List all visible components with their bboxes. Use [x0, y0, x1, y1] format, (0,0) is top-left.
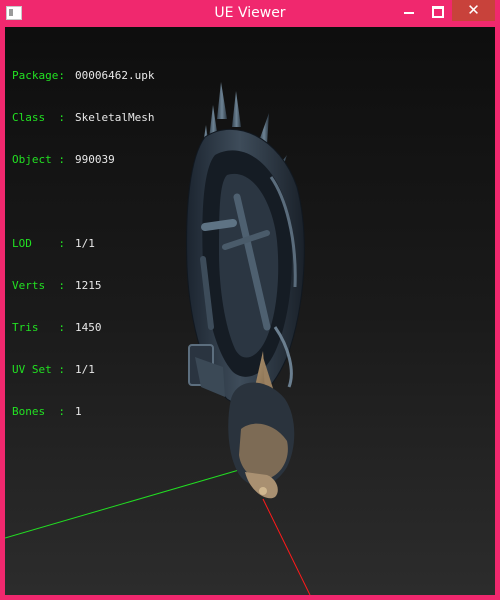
info-row: Tris : 1450: [12, 321, 154, 335]
info-value: 990039: [75, 153, 115, 166]
info-value: 1215: [75, 279, 102, 292]
info-row: Class : SkeletalMesh: [12, 111, 154, 125]
3d-viewport[interactable]: Package: 00006462.upk Class : SkeletalMe…: [5, 27, 495, 595]
info-row: Verts : 1215: [12, 279, 154, 293]
maximize-icon: [432, 6, 444, 18]
info-label: Tris :: [12, 321, 65, 334]
info-row: Object : 990039: [12, 153, 154, 167]
info-value: SkeletalMesh: [75, 111, 155, 124]
info-label: Class :: [12, 111, 65, 124]
info-value: 1: [75, 405, 82, 418]
info-row: Bones : 1: [12, 405, 154, 419]
info-value: 1/1: [75, 237, 95, 250]
minimize-button[interactable]: [396, 0, 422, 21]
info-label: Package:: [12, 69, 65, 82]
mesh-info-overlay: Package: 00006462.upk Class : SkeletalMe…: [12, 41, 154, 447]
info-row: Package: 00006462.upk: [12, 69, 154, 83]
close-button[interactable]: ✕: [452, 0, 495, 21]
x-axis-line: [262, 498, 311, 595]
info-value: 1/1: [75, 363, 95, 376]
info-value: 00006462.upk: [75, 69, 155, 82]
info-label: Object :: [12, 153, 65, 166]
info-value: 1450: [75, 321, 102, 334]
y-axis-line: [5, 469, 240, 539]
info-label: Verts :: [12, 279, 65, 292]
info-row: LOD : 1/1: [12, 237, 154, 251]
mesh-wheel: [186, 128, 305, 404]
info-label: LOD :: [12, 237, 65, 250]
info-label: UV Set :: [12, 363, 65, 376]
minimize-icon: [404, 12, 414, 14]
title-bar[interactable]: UE Viewer ✕: [0, 0, 500, 27]
close-icon: ✕: [467, 1, 480, 19]
info-row: UV Set : 1/1: [12, 363, 154, 377]
app-window: UE Viewer ✕ Package: 00006462.upk Class …: [0, 0, 500, 600]
info-label: Bones :: [12, 405, 65, 418]
maximize-button[interactable]: [424, 0, 450, 21]
